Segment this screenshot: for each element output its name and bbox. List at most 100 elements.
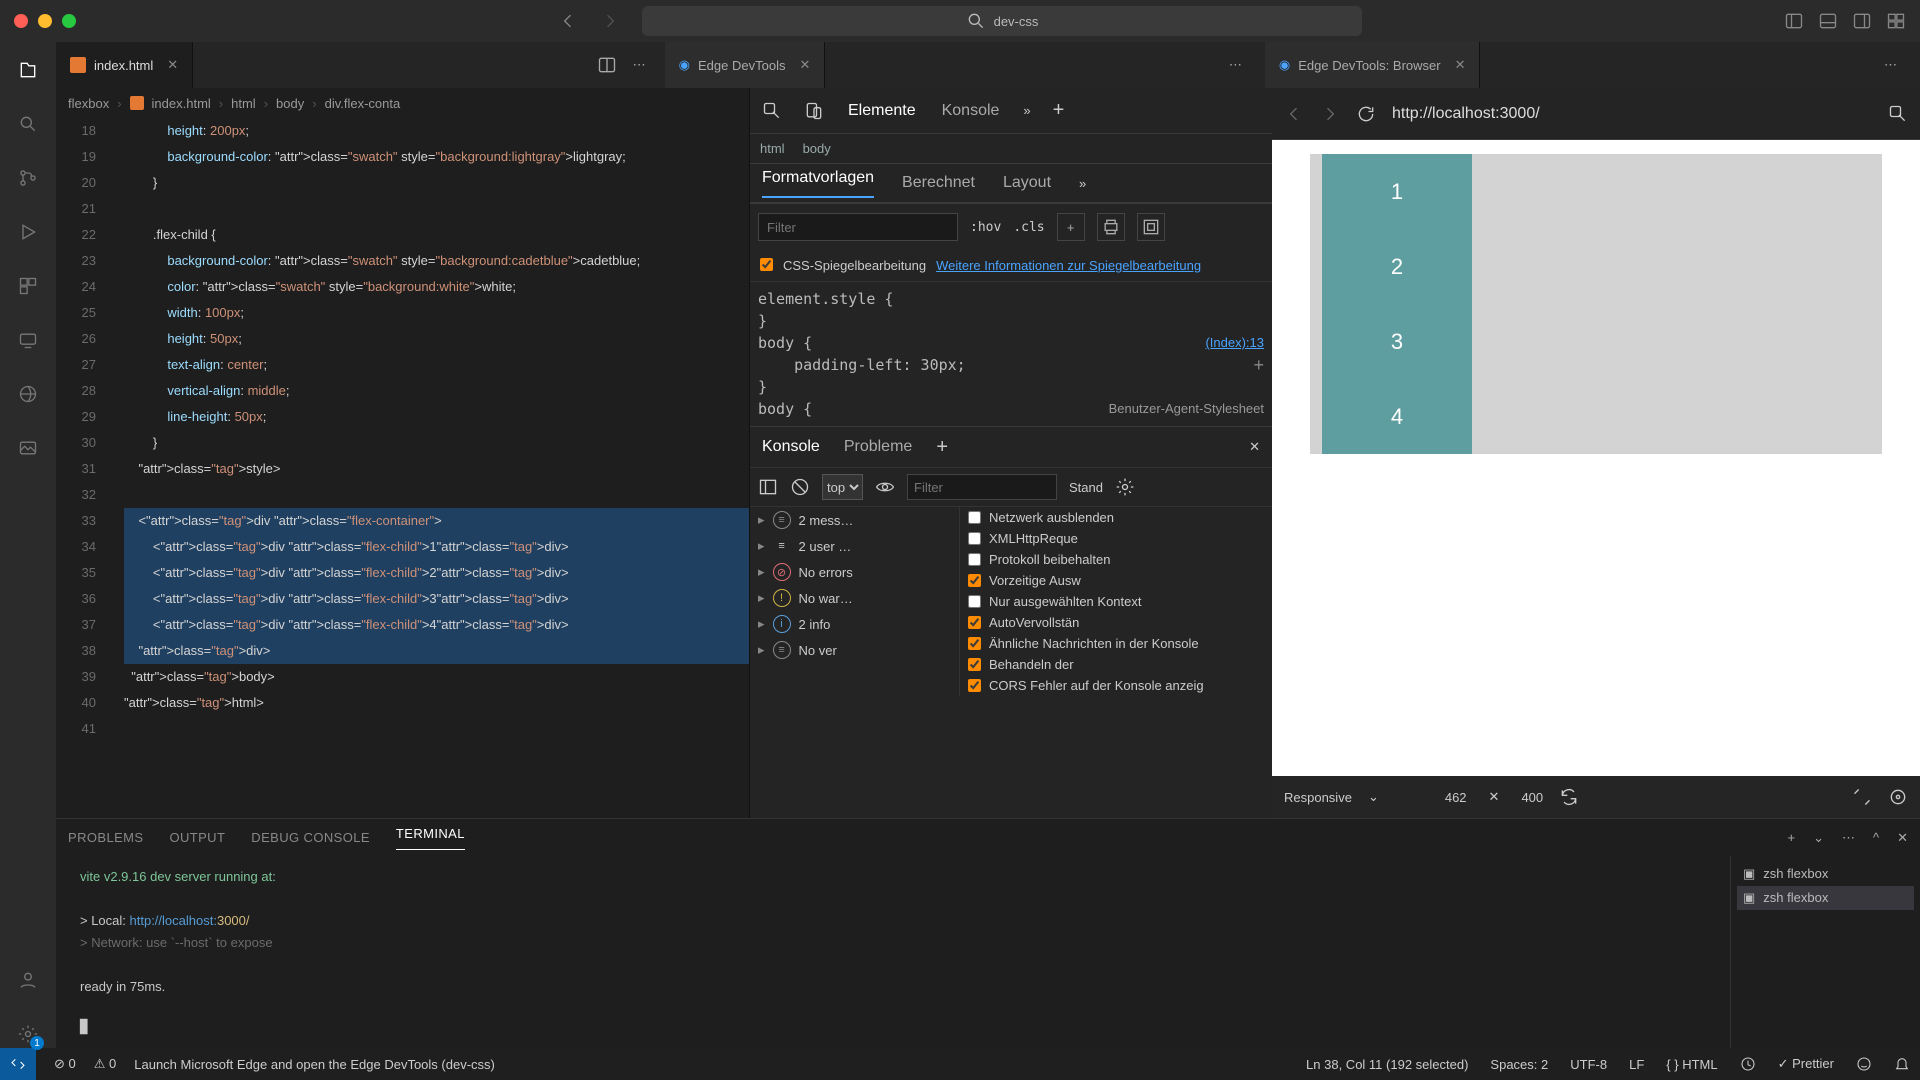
terminal-session[interactable]: ▣ zsh flexbox — [1737, 862, 1914, 886]
device-mode[interactable]: Responsive — [1284, 790, 1352, 805]
console-filter-input[interactable] — [907, 474, 1057, 500]
account-icon[interactable] — [14, 966, 42, 994]
print-icon[interactable] — [1097, 213, 1125, 241]
encoding[interactable]: UTF-8 — [1570, 1057, 1607, 1072]
chevron-down-icon[interactable]: ⌄ — [1813, 830, 1824, 846]
gallery-icon[interactable] — [14, 434, 42, 462]
nav-back-icon[interactable] — [558, 11, 578, 31]
hov-toggle[interactable]: :hov — [970, 220, 1001, 235]
panel-tab-output[interactable]: OUTPUT — [169, 830, 225, 845]
terminal-session[interactable]: ▣ zsh flexbox — [1737, 886, 1914, 910]
chevron-down-icon[interactable]: ⌄ — [1368, 789, 1379, 805]
locate-icon[interactable] — [1888, 787, 1908, 807]
panel-tab-problems[interactable]: PROBLEMS — [68, 830, 143, 845]
console-sidebar[interactable]: ▸≡2 mess…▸≡2 user …▸⊘No errors▸!No war…▸… — [750, 507, 960, 696]
more-icon[interactable]: ⋯ — [1842, 830, 1855, 846]
url-display[interactable]: http://localhost:3000/ — [1392, 105, 1540, 123]
eol[interactable]: LF — [1629, 1057, 1644, 1072]
feedback-icon[interactable] — [1856, 1056, 1872, 1072]
launch-task[interactable]: Launch Microsoft Edge and open the Edge … — [134, 1057, 495, 1072]
close-window[interactable] — [14, 14, 28, 28]
context-select[interactable]: top — [822, 474, 863, 500]
panel-tab-terminal[interactable]: TERMINAL — [396, 826, 465, 850]
styles-pane[interactable]: element.style {}body {(Index):13 padding… — [750, 282, 1272, 426]
reload-icon[interactable] — [1356, 104, 1376, 124]
tab-elemente[interactable]: Elemente — [846, 96, 918, 126]
errors-count[interactable]: ⊘ 0 — [54, 1056, 76, 1072]
prettier-status[interactable]: ✓ Prettier — [1778, 1056, 1834, 1072]
language-mode[interactable]: { } HTML — [1666, 1057, 1717, 1072]
cursor-position[interactable]: Ln 38, Col 11 (192 selected) — [1306, 1057, 1468, 1072]
more-icon[interactable]: ⋯ — [633, 57, 646, 73]
new-style-icon[interactable]: + — [1057, 213, 1085, 241]
console-tab-probleme[interactable]: Probleme — [844, 438, 912, 456]
panel-tab-debug-console[interactable]: DEBUG CONSOLE — [251, 830, 370, 845]
viewport-width[interactable]: 462 — [1445, 790, 1467, 805]
subtab-layout[interactable]: Layout — [1003, 174, 1051, 192]
settings-gear-icon[interactable] — [14, 1020, 42, 1048]
maximize-panel-icon[interactable]: ^ — [1873, 830, 1879, 845]
chevron-right-icon[interactable]: » — [1023, 103, 1030, 118]
layout-grid-icon[interactable] — [1886, 11, 1906, 31]
nav-forward-icon[interactable] — [600, 11, 620, 31]
split-editor-icon[interactable] — [597, 55, 617, 75]
command-center[interactable]: dev-css — [642, 6, 1362, 36]
panel-bottom-icon[interactable] — [1818, 11, 1838, 31]
tab-edge-devtools[interactable]: ◉ Edge DevTools ✕ — [665, 42, 826, 88]
close-icon[interactable]: ✕ — [1455, 57, 1466, 73]
tab-index-html[interactable]: index.html ✕ — [56, 42, 193, 88]
cls-toggle[interactable]: .cls — [1013, 220, 1044, 235]
indentation[interactable]: Spaces: 2 — [1490, 1057, 1548, 1072]
rotate-icon[interactable] — [1559, 787, 1579, 807]
add-tab-icon[interactable]: + — [1053, 99, 1065, 122]
subtab-berechnet[interactable]: Berechnet — [902, 174, 975, 192]
notifications-icon[interactable] — [1894, 1056, 1910, 1072]
source-control-icon[interactable] — [14, 164, 42, 192]
more-icon[interactable]: ⋯ — [1884, 57, 1897, 73]
viewport-height[interactable]: 400 — [1521, 790, 1543, 805]
inspect-icon[interactable] — [762, 101, 782, 121]
close-icon[interactable]: ✕ — [799, 57, 810, 73]
edge-icon[interactable] — [14, 380, 42, 408]
mirror-checkbox[interactable] — [760, 258, 773, 271]
console-tab-konsole[interactable]: Konsole — [762, 438, 820, 456]
close-icon[interactable]: ✕ — [167, 57, 178, 73]
tab-edge-browser[interactable]: ◉ Edge DevTools: Browser ✕ — [1265, 42, 1481, 88]
port-icon[interactable] — [1740, 1056, 1756, 1072]
sidebar-toggle-icon[interactable] — [758, 477, 778, 497]
minimize-window[interactable] — [38, 14, 52, 28]
clear-console-icon[interactable] — [790, 477, 810, 497]
live-expression-icon[interactable] — [875, 477, 895, 497]
more-icon[interactable]: ⋯ — [1229, 57, 1242, 73]
terminal-output[interactable]: vite v2.9.16 dev server running at: > Lo… — [56, 856, 1730, 1048]
panel-right-icon[interactable] — [1852, 11, 1872, 31]
breadcrumb[interactable]: flexbox› index.html› html› body› div.fle… — [56, 88, 749, 118]
remote-indicator[interactable] — [0, 1048, 36, 1080]
screenshot-icon[interactable] — [1852, 787, 1872, 807]
console-settings-icon[interactable] — [1115, 477, 1135, 497]
warnings-count[interactable]: ⚠ 0 — [94, 1056, 117, 1072]
styles-filter-input[interactable] — [758, 213, 958, 241]
code-lines[interactable]: height: 200px; background-color: "attr">… — [124, 118, 749, 818]
search-view-icon[interactable] — [14, 110, 42, 138]
subtab-formatvorlagen[interactable]: Formatvorlagen — [762, 169, 874, 198]
explorer-icon[interactable] — [14, 56, 42, 84]
tab-konsole[interactable]: Konsole — [940, 96, 1002, 126]
levels-label[interactable]: Stand — [1069, 480, 1103, 495]
nav-forward-icon[interactable] — [1320, 104, 1340, 124]
close-panel-icon[interactable]: ✕ — [1897, 830, 1908, 846]
new-terminal-icon[interactable]: + — [1787, 830, 1795, 845]
box-model-icon[interactable] — [1137, 213, 1165, 241]
nav-back-icon[interactable] — [1284, 104, 1304, 124]
maximize-window[interactable] — [62, 14, 76, 28]
mirror-info-link[interactable]: Weitere Informationen zur Spiegelbearbei… — [936, 258, 1201, 273]
rendered-page[interactable]: 1234 — [1272, 140, 1920, 776]
code-editor[interactable]: flexbox› index.html› html› body› div.fle… — [56, 88, 750, 818]
source-link[interactable]: (Index):13 — [1205, 332, 1264, 354]
close-icon[interactable]: ✕ — [1249, 439, 1260, 455]
inspect-icon[interactable] — [1888, 104, 1908, 124]
panel-left-icon[interactable] — [1784, 11, 1804, 31]
device-icon[interactable] — [804, 101, 824, 121]
run-debug-icon[interactable] — [14, 218, 42, 246]
dom-breadcrumb[interactable]: html body — [750, 134, 1272, 164]
